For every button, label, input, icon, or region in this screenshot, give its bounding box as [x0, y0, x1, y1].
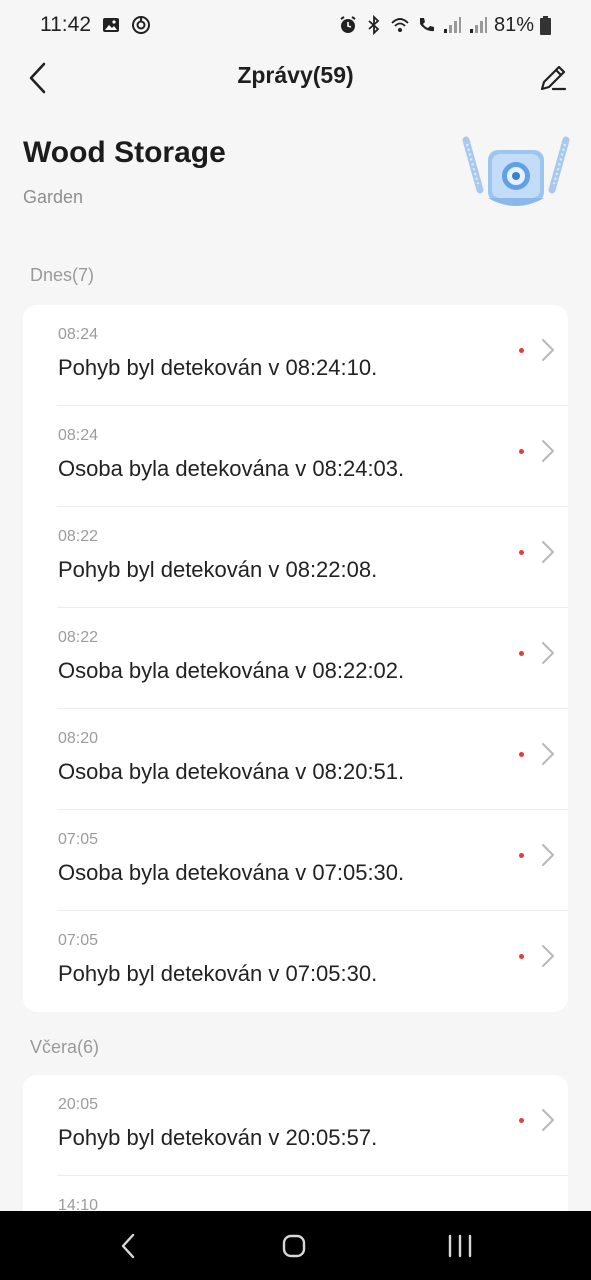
chevron-right-icon: [542, 642, 554, 664]
bluetooth-icon: [364, 15, 384, 35]
antenna-right: [548, 136, 570, 194]
battery-percent: 81%: [493, 13, 534, 36]
system-nav-bar: [0, 1211, 591, 1280]
call-icon: [416, 15, 436, 35]
device-room: Garden: [23, 187, 84, 207]
status-left: 11:42: [40, 13, 151, 37]
status-time: 11:42: [40, 13, 91, 36]
gallery-icon: [101, 15, 121, 35]
message-text: Osoba byla detekována v 08:24:03.: [58, 456, 405, 481]
unread-dot: [519, 550, 524, 555]
antenna-left: [462, 136, 484, 194]
status-right: 81%: [338, 14, 551, 37]
sync-icon: [131, 15, 151, 35]
message-time: 20:05: [58, 1096, 99, 1113]
message-item[interactable]: 20:05 Pohyb byl detekován v 20:05:57.: [57, 1075, 568, 1176]
signal-icon: [442, 15, 462, 35]
device-name: Wood Storage: [23, 136, 226, 169]
chevron-right-icon: [542, 844, 554, 866]
unread-dot: [519, 954, 524, 959]
message-item[interactable]: 08:20 Osoba byla detekována v 08:20:51.: [57, 709, 568, 810]
system-back-button[interactable]: [116, 1231, 140, 1261]
battery-icon: [540, 15, 551, 35]
message-time: 08:24: [58, 326, 99, 343]
message-list-today: 08:24 Pohyb byl detekován v 08:24:10. 08…: [23, 305, 568, 1012]
message-time: 08:24: [58, 427, 99, 444]
camera-device-image: [462, 132, 570, 212]
message-item[interactable]: 08:24 Pohyb byl detekován v 08:24:10.: [57, 305, 568, 406]
edit-button[interactable]: [533, 58, 573, 98]
message-text: Pohyb byl detekován v 20:05:57.: [58, 1125, 378, 1150]
unread-dot: [519, 651, 524, 656]
section-header-yesterday: Včera(6): [30, 1037, 100, 1057]
chevron-right-icon: [542, 541, 554, 563]
home-icon: [282, 1234, 306, 1258]
chevron-right-icon: [542, 440, 554, 462]
back-icon: [121, 1233, 135, 1259]
message-item[interactable]: 07:05 Osoba byla detekována v 07:05:30.: [57, 810, 568, 911]
page-title: Zprávy(59): [237, 62, 354, 88]
chevron-right-icon: [542, 743, 554, 765]
unread-dot: [519, 752, 524, 757]
unread-dot: [519, 853, 524, 858]
alarm-icon: [338, 15, 358, 35]
message-text: Osoba byla detekována v 08:20:51.: [58, 759, 405, 784]
message-time: 08:22: [58, 528, 99, 545]
message-text: Osoba byla detekována v 07:05:30.: [58, 860, 405, 885]
message-item[interactable]: 08:24 Osoba byla detekována v 08:24:03.: [57, 406, 568, 507]
unread-dot: [519, 1118, 524, 1123]
chevron-right-icon: [542, 945, 554, 967]
top-nav: Zprávy(59): [0, 52, 591, 102]
message-time: 08:20: [58, 730, 99, 747]
section-header-today: Dnes(7): [30, 265, 95, 285]
chevron-right-icon: [542, 339, 554, 361]
message-text: Pohyb byl detekován v 08:24:10.: [58, 355, 378, 380]
message-text: Osoba byla detekována v 08:22:02.: [58, 658, 405, 683]
recents-icon: [448, 1234, 472, 1258]
message-text: Pohyb byl detekován v 07:05:30.: [58, 961, 378, 986]
unread-dot: [519, 449, 524, 454]
message-time: 07:05: [58, 932, 99, 949]
unread-dot: [519, 348, 524, 353]
message-item[interactable]: 08:22 Osoba byla detekována v 08:22:02.: [57, 608, 568, 709]
status-bar: 11:42 81%: [0, 0, 591, 50]
message-text: Pohyb byl detekován v 08:22:08.: [58, 557, 378, 582]
system-home-button[interactable]: [280, 1231, 308, 1261]
chevron-right-icon: [542, 1109, 554, 1131]
signal-icon: [468, 15, 488, 35]
system-recents-button[interactable]: [446, 1231, 474, 1261]
message-item[interactable]: 07:05 Pohyb byl detekován v 07:05:30.: [57, 911, 568, 1012]
pencil-icon: [540, 65, 567, 91]
message-time: 07:05: [58, 831, 99, 848]
wifi-icon: [390, 15, 410, 35]
message-time: 08:22: [58, 629, 99, 646]
message-item[interactable]: 08:22 Pohyb byl detekován v 08:22:08.: [57, 507, 568, 608]
